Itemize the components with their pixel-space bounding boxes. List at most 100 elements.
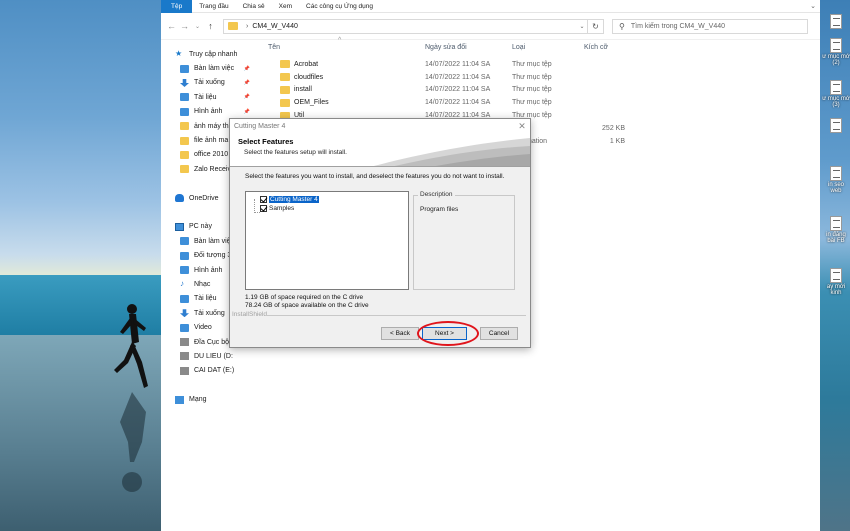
refresh-icon[interactable]: ↻ [588, 18, 604, 34]
file-row[interactable]: OEM_Files 14/07/2022 11:04 SA Thư mục tệp [266, 96, 820, 109]
checkbox-checked-icon[interactable] [260, 196, 267, 203]
feature-item-cutting-master[interactable]: Cutting Master 4 [260, 196, 319, 203]
address-bar[interactable]: › CM4_W_V440 ⌄ [223, 18, 588, 34]
nav-item-label: ảnh máy th [194, 122, 229, 130]
file-type: Thư mục tệp [512, 99, 552, 107]
file-type: Thư mục tệp [512, 73, 552, 81]
nav-item-label: CAI DAT (E:) [194, 367, 235, 375]
nav-item[interactable]: ★ Truy cập nhanh [161, 47, 266, 61]
file-name: install [294, 86, 312, 94]
close-icon[interactable]: ✕ [514, 121, 530, 132]
file-name-cell: cloudfiles [280, 73, 323, 82]
desktop-file-icon[interactable]: ư mục mớ (2) [822, 38, 850, 66]
tab-share[interactable]: Chia sẻ [236, 0, 272, 13]
back-arrow-icon[interactable]: ← [165, 21, 178, 31]
nav-item-label: Truy cập nhanh [189, 50, 238, 58]
column-name[interactable]: Tên [268, 44, 280, 51]
file-date: 14/07/2022 11:04 SA [425, 86, 491, 94]
pin-icon: 📌 [243, 108, 250, 115]
document-icon [830, 38, 842, 53]
nav-item-label: Hình ảnh [194, 266, 223, 274]
tab-file[interactable]: Tệp [161, 0, 193, 13]
desktop-file-icon[interactable] [822, 14, 850, 30]
desktop-icon-label: ay mới kinh [826, 284, 846, 296]
file-date: 14/07/2022 11:04 SA [425, 60, 491, 68]
description-value: Program files [420, 206, 459, 213]
recent-locations-icon[interactable]: ⌄ [191, 23, 204, 30]
back-button[interactable]: < Back [381, 327, 419, 340]
file-name: Acrobat [294, 60, 319, 68]
desktop-file-icon[interactable]: ay mới kinh [822, 268, 850, 296]
installshield-label: InstallShield [232, 311, 268, 318]
search-placeholder: Tìm kiếm trong CM4_W_V440 [630, 22, 726, 30]
description-group: Description Program files [413, 191, 515, 290]
nav-item-label: DU LIEU (D: [194, 352, 233, 360]
desktop-icon-label: in seo web [827, 182, 844, 194]
forward-arrow-icon[interactable]: → [178, 21, 191, 31]
checkbox-checked-icon[interactable] [260, 205, 267, 212]
nav-item[interactable]: Hình ảnh 📌 [161, 105, 266, 119]
file-row[interactable]: cloudfiles 14/07/2022 11:04 SA Thư mục tệp [266, 71, 820, 84]
cancel-button[interactable]: Cancel [480, 327, 518, 340]
desktop-file-icon[interactable] [822, 118, 850, 134]
banner-swoosh-graphic [373, 138, 530, 166]
nav-item-label: Nhạc [194, 280, 211, 288]
feature-item-samples[interactable]: Samples [260, 205, 294, 212]
nav-item-label: file ảnh ma [194, 137, 229, 145]
feature-label: Cutting Master 4 [269, 196, 319, 203]
desktop-icon-label: ư mục mớ (2) [822, 54, 850, 66]
feature-tree[interactable]: Cutting Master 4 Samples [245, 191, 409, 290]
file-size: 252 KB [602, 124, 625, 132]
nav-item[interactable]: Tải xuống 📌 [161, 76, 266, 90]
feature-label: Samples [269, 205, 295, 212]
nav-item-label: Video [194, 324, 212, 332]
desktop-file-icon[interactable]: ư mục mớ (3) [822, 80, 850, 108]
chevron-down-icon[interactable]: ⌄ [577, 23, 587, 30]
file-date: 14/07/2022 11:04 SA [425, 73, 491, 81]
nav-item-label: Tải xuống [194, 309, 225, 317]
tab-app-tools[interactable]: Các công cụ Ứng dụng [299, 0, 380, 13]
column-headers: ^ Tên Ngày sửa đổi Loại Kích cỡ [266, 37, 820, 54]
drive-icon [180, 366, 189, 375]
runner-silhouette [114, 304, 148, 388]
file-type: Thư mục tệp [512, 86, 552, 94]
folder-icon [180, 122, 189, 131]
excel-document-icon [830, 268, 842, 283]
search-input[interactable]: ⚲ Tìm kiếm trong CM4_W_V440 [612, 18, 808, 34]
music-icon: ♪ [180, 279, 184, 289]
nav-item[interactable]: CAI DAT (E:) [161, 364, 266, 378]
nav-item-label: OneDrive [189, 194, 219, 202]
documents-icon [180, 294, 189, 303]
pin-icon: 📌 [243, 65, 250, 72]
folder-icon [280, 60, 290, 69]
file-name-cell: OEM_Files [280, 98, 329, 107]
file-row[interactable]: Acrobat 14/07/2022 11:04 SA Thư mục tệp [266, 58, 820, 71]
column-type[interactable]: Loại [512, 44, 525, 51]
ribbon-expand-icon[interactable]: ⌄ [806, 2, 820, 10]
nav-item-label: office 2010 [194, 151, 229, 159]
file-type: Thư mục tệp [512, 60, 552, 68]
nav-item[interactable]: Bàn làm việc 📌 [161, 61, 266, 75]
column-date[interactable]: Ngày sửa đổi [425, 44, 467, 51]
desktop-icon [180, 64, 189, 73]
nav-item-label: Tài liệu [194, 93, 217, 101]
file-row[interactable]: install 14/07/2022 11:04 SA Thư mục tệp [266, 84, 820, 97]
desktop-icon-label: in đăng bài FB [826, 232, 846, 244]
nav-item[interactable]: Tài liệu 📌 [161, 90, 266, 104]
column-size[interactable]: Kích cỡ [584, 44, 608, 51]
dialog-instruction: Select the features you want to install,… [245, 173, 505, 180]
nav-item-label: Đối tượng 3 [194, 252, 232, 260]
breadcrumb-current[interactable]: CM4_W_V440 [252, 23, 298, 30]
dialog-banner: Select Features Select the features setu… [230, 134, 530, 167]
nav-item[interactable]: Mạng [161, 392, 266, 406]
nav-item[interactable]: DU LIEU (D: [161, 349, 266, 363]
tab-view[interactable]: Xem [272, 0, 299, 13]
up-arrow-icon[interactable]: ↑ [204, 21, 217, 31]
tab-home[interactable]: Trang đầu [192, 0, 235, 13]
folder-icon [280, 73, 290, 82]
highlight-circle-annotation [417, 321, 479, 346]
desktop-file-icon[interactable]: in seo web [822, 166, 850, 194]
ribbon-tabs: Tệp Trang đầu Chia sẻ Xem Các công cụ Ứn… [161, 0, 820, 13]
desktop-file-icon[interactable]: in đăng bài FB [822, 216, 850, 244]
